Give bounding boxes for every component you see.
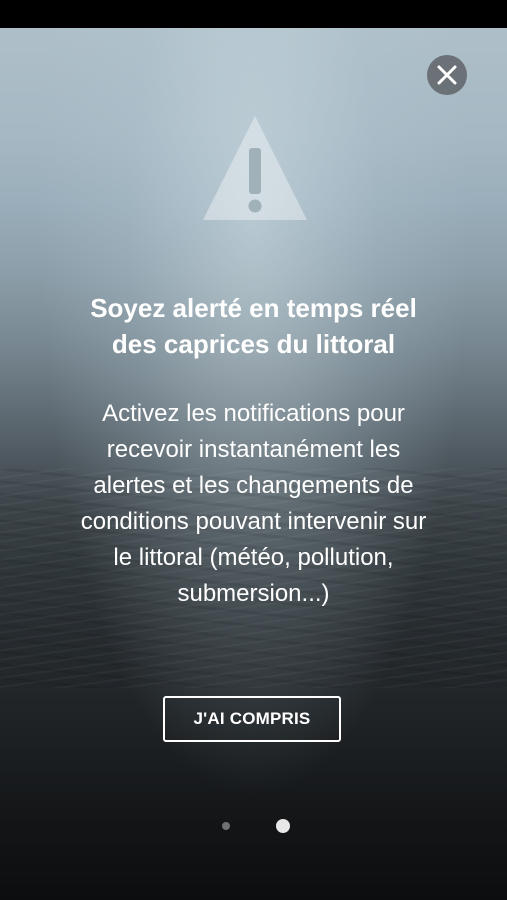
description-line: submersion...) (177, 580, 330, 607)
description-line: alertes et les changements de (93, 472, 414, 499)
page-dot-2-active[interactable] (276, 819, 290, 833)
description-line: le littoral (météo, pollution, (113, 544, 394, 571)
headline-line: des caprices du littoral (111, 329, 396, 359)
status-bar (0, 0, 507, 28)
onboarding-headline: Soyez alerté en temps réel des caprices … (20, 290, 487, 362)
acknowledge-button[interactable]: J'AI COMPRIS (163, 696, 341, 742)
warning-icon (203, 116, 307, 220)
close-icon (437, 65, 457, 85)
onboarding-description: Activez les notifications pour recevoir … (20, 396, 487, 612)
page-indicator (0, 817, 507, 837)
page-dot-1[interactable] (222, 822, 230, 830)
headline-line: Soyez alerté en temps réel (90, 293, 417, 323)
onboarding-screen: Soyez alerté en temps réel des caprices … (0, 28, 507, 900)
close-button[interactable] (427, 55, 467, 95)
description-line: conditions pouvant intervenir sur (80, 508, 427, 535)
description-line: recevoir instantanément les (106, 436, 401, 463)
description-line: Activez les notifications pour (102, 400, 405, 427)
